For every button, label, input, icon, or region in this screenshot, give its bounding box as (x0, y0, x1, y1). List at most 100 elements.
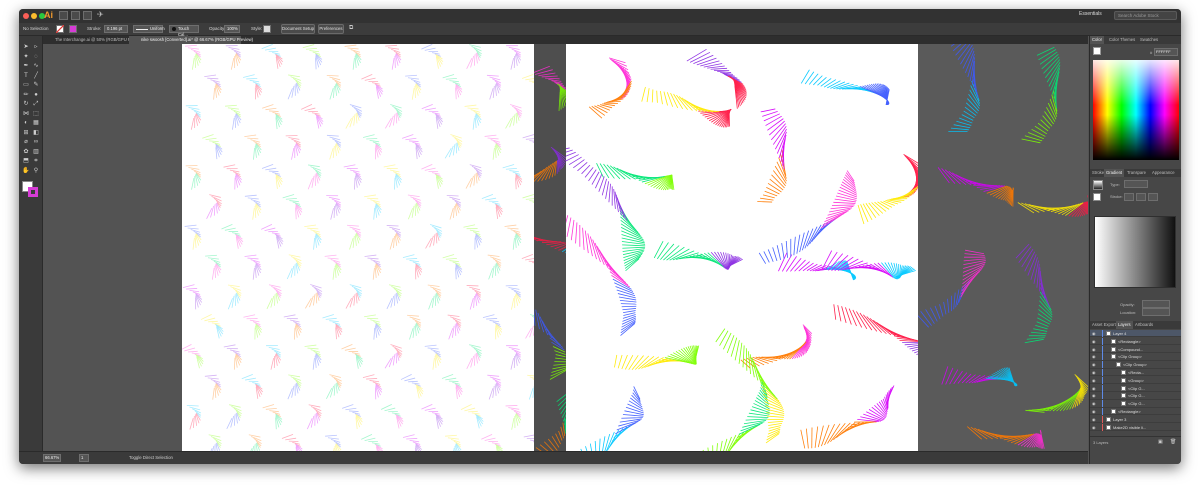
tab-appearance[interactable]: Appearance (1150, 169, 1177, 177)
visibility-eye-icon[interactable]: ◉ (1092, 354, 1096, 359)
artboard-left[interactable] (182, 44, 534, 451)
visibility-eye-icon[interactable]: ◉ (1092, 339, 1096, 344)
selection-tool-icon[interactable]: ➤ (22, 44, 30, 50)
tab-asset-export[interactable]: Asset Export (1090, 321, 1118, 329)
stock-icon[interactable] (71, 11, 80, 20)
minimize-window-button[interactable] (31, 13, 37, 19)
tab-layers[interactable]: Layers (1116, 321, 1133, 329)
layer-row[interactable]: ◉ <Recta... (1090, 369, 1181, 377)
zoom-field[interactable]: 66.67% (43, 454, 61, 462)
hand-tool-icon[interactable]: ✋ (22, 168, 30, 174)
visibility-eye-icon[interactable]: ◉ (1092, 370, 1096, 375)
canvas-area[interactable] (43, 44, 1088, 451)
layer-row[interactable]: ◉ <Clip G... (1090, 400, 1181, 408)
stroke-swatch[interactable] (69, 25, 77, 33)
magic-wand-tool-icon[interactable]: ✦ (22, 54, 30, 60)
visibility-eye-icon[interactable]: ◉ (1092, 362, 1096, 367)
visibility-eye-icon[interactable]: ◉ (1092, 409, 1096, 414)
bridge-icon[interactable] (59, 11, 68, 20)
pen-tool-icon[interactable]: ✒ (22, 63, 30, 69)
eyedropper-tool-icon[interactable]: ⌀ (22, 139, 30, 145)
visibility-eye-icon[interactable]: ◉ (1092, 378, 1096, 383)
visibility-eye-icon[interactable]: ◉ (1092, 393, 1096, 398)
layer-row[interactable]: ◉ <Clip G... (1090, 384, 1181, 392)
tab-gradient[interactable]: Gradient (1104, 169, 1125, 177)
blob-brush-tool-icon[interactable]: ● (32, 92, 40, 98)
perspective-grid-tool-icon[interactable]: ▦ (32, 120, 40, 126)
free-transform-tool-icon[interactable]: ⬚ (32, 111, 40, 117)
slice-tool-icon[interactable]: ⌗ (32, 158, 40, 164)
gradient-stroke-swatch[interactable] (1093, 193, 1101, 201)
rectangle-tool-icon[interactable]: ▭ (22, 82, 30, 88)
status-mode-text[interactable]: Toggle Direct Selection (129, 455, 173, 460)
gradient-stroke-option-2[interactable] (1136, 193, 1146, 201)
visibility-eye-icon[interactable]: ◉ (1092, 347, 1096, 352)
gpu-performance-icon[interactable]: ✈ (97, 10, 104, 19)
opacity-field[interactable]: 100% (224, 25, 240, 33)
gradient-opacity-field[interactable] (1142, 300, 1170, 308)
lasso-tool-icon[interactable]: ◌ (32, 54, 40, 60)
gradient-tool-icon[interactable]: ◧ (32, 130, 40, 136)
stroke-color-swatch[interactable] (28, 187, 38, 197)
search-stock-input[interactable]: Search Adobe Stock (1114, 11, 1177, 20)
tab-color-themes[interactable]: Color Themes (1107, 36, 1137, 44)
symbol-sprayer-tool-icon[interactable]: ✿ (22, 149, 30, 155)
preferences-button[interactable]: Preferences (318, 24, 344, 34)
layer-row[interactable]: ◉ Layer 4 (1090, 330, 1181, 338)
paintbrush-tool-icon[interactable]: ✎ (32, 82, 40, 88)
graphic-style-swatch[interactable] (263, 25, 271, 33)
layer-row[interactable]: ◉ <Rectangle> (1090, 337, 1181, 346)
stroke-weight-field[interactable]: 0.196 pt (104, 25, 128, 33)
artboard-tool-icon[interactable]: ⬒ (22, 158, 30, 164)
visibility-eye-icon[interactable]: ◉ (1092, 425, 1096, 430)
document-setup-button[interactable]: Document Setup (281, 24, 315, 34)
tab-swatches[interactable]: Swatches (1138, 36, 1160, 44)
pencil-tool-icon[interactable]: ✏ (22, 92, 30, 98)
direct-selection-tool-icon[interactable]: ▹ (32, 44, 40, 50)
layer-row[interactable]: ◉ <Clip Group> (1090, 353, 1181, 361)
visibility-eye-icon[interactable]: ◉ (1092, 417, 1096, 422)
line-tool-icon[interactable]: ╱ (32, 73, 40, 79)
layer-row[interactable]: ◉ <Clip G... (1090, 392, 1181, 400)
hex-field[interactable]: FFFFFF (1154, 48, 1178, 56)
tab-color[interactable]: Color (1090, 36, 1105, 44)
layer-row[interactable]: ◉ Layer 3 (1090, 415, 1181, 424)
scale-tool-icon[interactable]: ⤢ (32, 101, 40, 107)
workspace-switcher[interactable]: Essentials (1079, 11, 1102, 17)
gradient-stroke-option-3[interactable] (1148, 193, 1158, 201)
mesh-tool-icon[interactable]: ⊞ (22, 130, 30, 136)
layer-row[interactable]: ◉ <Clip Group> (1090, 361, 1181, 369)
rotate-tool-icon[interactable]: ↻ (22, 101, 30, 107)
zoom-tool-icon[interactable]: ⚲ (32, 168, 40, 174)
visibility-eye-icon[interactable]: ◉ (1092, 386, 1096, 391)
arrange-documents-icon[interactable] (83, 11, 92, 20)
tab-artboards[interactable]: Artboards (1133, 321, 1155, 329)
tab-the-interchange[interactable]: The Interchange.ai @ 50% (RGB/GPU Previe… (43, 36, 144, 44)
color-spectrum[interactable] (1093, 60, 1179, 160)
tab-transparency[interactable]: Transpare (1125, 169, 1148, 177)
close-window-button[interactable] (23, 13, 29, 19)
artboard-right[interactable] (566, 44, 918, 451)
width-tool-icon[interactable]: ⋈ (22, 111, 30, 117)
delete-layer-icon[interactable]: 🗑 (1170, 439, 1176, 445)
layer-row[interactable]: ◉ <Group> (1090, 376, 1181, 385)
tab-nike-swoosh[interactable]: nike swoosh [Converted].ai* @ 66.67% (RG… (129, 36, 253, 44)
curvature-tool-icon[interactable]: ∿ (32, 63, 40, 69)
gradient-location-field[interactable] (1142, 308, 1170, 316)
new-layer-icon[interactable]: ▣ (1158, 439, 1163, 445)
layer-row[interactable]: ◉ Make2D visible li... (1090, 423, 1181, 431)
variable-width-profile[interactable]: Uniform (133, 25, 165, 33)
layer-row[interactable]: ◉ <Rectangle> (1090, 408, 1181, 416)
blend-tool-icon[interactable]: ∞ (32, 139, 40, 145)
gradient-stroke-option-1[interactable] (1124, 193, 1134, 201)
gradient-ramp-preview[interactable] (1094, 216, 1176, 288)
type-tool-icon[interactable]: T (22, 73, 30, 79)
gradient-type-select[interactable] (1124, 180, 1148, 188)
artboard-number-field[interactable]: 1 (79, 454, 89, 462)
layer-row[interactable]: ◉ <Compound... (1090, 345, 1181, 353)
visibility-eye-icon[interactable]: ◉ (1092, 331, 1096, 336)
visibility-eye-icon[interactable]: ◉ (1092, 401, 1096, 406)
shape-builder-tool-icon[interactable]: ◐ (22, 120, 30, 126)
gradient-preview-swatch[interactable] (1093, 180, 1103, 190)
fill-stroke-mini-icon[interactable] (1093, 47, 1101, 55)
